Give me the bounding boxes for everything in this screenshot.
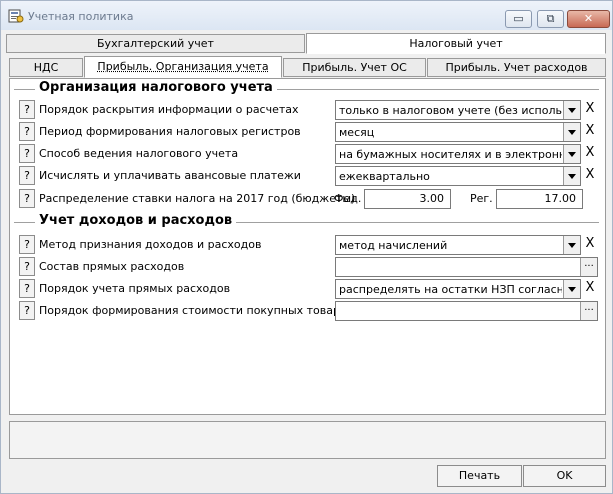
help-button[interactable]: ? [19, 122, 35, 141]
income-section-title: Учет доходов и расходов [35, 213, 237, 228]
income-method-label: Метод признания доходов и расходов [39, 238, 262, 251]
dropdown-arrow-icon[interactable] [563, 123, 580, 141]
title-bar: Учетная политика ▭ ⧉ ✕ [1, 1, 612, 30]
select-value: на бумажных носителях и в электронном ви [339, 148, 562, 161]
select-value: метод начислений [339, 239, 448, 252]
window-title: Учетная политика [28, 10, 134, 23]
help-button[interactable]: ? [19, 257, 35, 276]
registers-period-label: Период формирования налоговых регистров [39, 125, 301, 138]
advance-payments-label: Исчислять и уплачивать авансовые платежи [39, 169, 301, 182]
ellipsis-button[interactable]: ... [580, 258, 597, 276]
direct-expenses-field[interactable]: ... [335, 257, 598, 277]
advance-payments-select[interactable]: ежеквартально [335, 166, 581, 186]
content-panel: Организация налогового учета ? Порядок р… [9, 78, 606, 415]
registers-period-select[interactable]: месяц [335, 122, 581, 142]
clear-icon[interactable]: X [583, 144, 597, 164]
regional-rate-input[interactable]: 17.00 [496, 189, 583, 209]
help-button[interactable]: ? [19, 235, 35, 254]
direct-expenses-order-label: Порядок учета прямых расходов [39, 282, 231, 295]
status-area [9, 421, 606, 459]
clear-icon[interactable]: X [583, 279, 597, 299]
clear-icon[interactable]: X [583, 100, 597, 120]
select-value: только в налоговом учете (без использова… [339, 104, 562, 117]
close-icon: ✕ [583, 12, 594, 25]
tab-tax-accounting[interactable]: Налоговый учет [306, 33, 606, 54]
direct-expenses-label: Состав прямых расходов [39, 260, 185, 273]
tab-profit-fixed-assets[interactable]: Прибыль. Учет ОС [283, 58, 426, 77]
org-section-title: Организация налогового учета [35, 80, 277, 95]
disclosure-order-label: Порядок раскрытия информации о расчетах [39, 103, 299, 116]
dropdown-arrow-icon[interactable] [563, 280, 580, 298]
ellipsis-button[interactable]: ... [580, 302, 597, 320]
print-button[interactable]: Печать [437, 465, 522, 487]
direct-expenses-order-select[interactable]: распределять на остатки НЗП согласно Пра [335, 279, 581, 299]
minimize-icon: ▭ [513, 12, 524, 25]
help-button[interactable]: ? [19, 144, 35, 163]
select-value: ежеквартально [339, 170, 430, 183]
tab-vat[interactable]: НДС [9, 58, 83, 77]
close-button[interactable]: ✕ [567, 10, 610, 28]
accounting-method-label: Способ ведения налогового учета [39, 147, 239, 160]
tax-rate-label: Распределение ставки налога на 2017 год … [39, 192, 356, 205]
accounting-policy-window: Учетная политика ▭ ⧉ ✕ Бухгалтерский уче… [0, 0, 613, 494]
tab-accounting[interactable]: Бухгалтерский учет [6, 34, 305, 53]
federal-label: Фед. [334, 192, 362, 205]
ok-button[interactable]: OK [523, 465, 606, 487]
clear-icon[interactable]: X [583, 235, 597, 255]
clear-icon[interactable]: X [583, 122, 597, 142]
help-button[interactable]: ? [19, 189, 35, 208]
select-value: месяц [339, 126, 375, 139]
accounting-method-select[interactable]: на бумажных носителях и в электронном ви [335, 144, 581, 164]
goods-cost-field[interactable]: ... [335, 301, 598, 321]
regional-label: Рег. [470, 192, 493, 205]
restore-button[interactable]: ⧉ [537, 10, 564, 28]
help-button[interactable]: ? [19, 301, 35, 320]
dropdown-arrow-icon[interactable] [563, 145, 580, 163]
dropdown-arrow-icon[interactable] [563, 236, 580, 254]
disclosure-order-select[interactable]: только в налоговом учете (без использова… [335, 100, 581, 120]
app-icon [8, 9, 24, 23]
dropdown-arrow-icon[interactable] [563, 167, 580, 185]
clear-icon[interactable]: X [583, 166, 597, 186]
dropdown-arrow-icon[interactable] [563, 101, 580, 119]
restore-icon: ⧉ [546, 12, 555, 25]
help-button[interactable]: ? [19, 100, 35, 119]
help-button[interactable]: ? [19, 166, 35, 185]
goods-cost-label: Порядок формирования стоимости покупных … [39, 304, 354, 317]
tab-profit-expenses[interactable]: Прибыль. Учет расходов [427, 58, 606, 77]
tab-profit-organization[interactable]: Прибыль. Организация учета [84, 56, 282, 78]
help-button[interactable]: ? [19, 279, 35, 298]
minimize-button[interactable]: ▭ [505, 10, 532, 28]
federal-rate-input[interactable]: 3.00 [364, 189, 451, 209]
select-value: распределять на остатки НЗП согласно Пра [339, 283, 562, 296]
income-method-select[interactable]: метод начислений [335, 235, 581, 255]
